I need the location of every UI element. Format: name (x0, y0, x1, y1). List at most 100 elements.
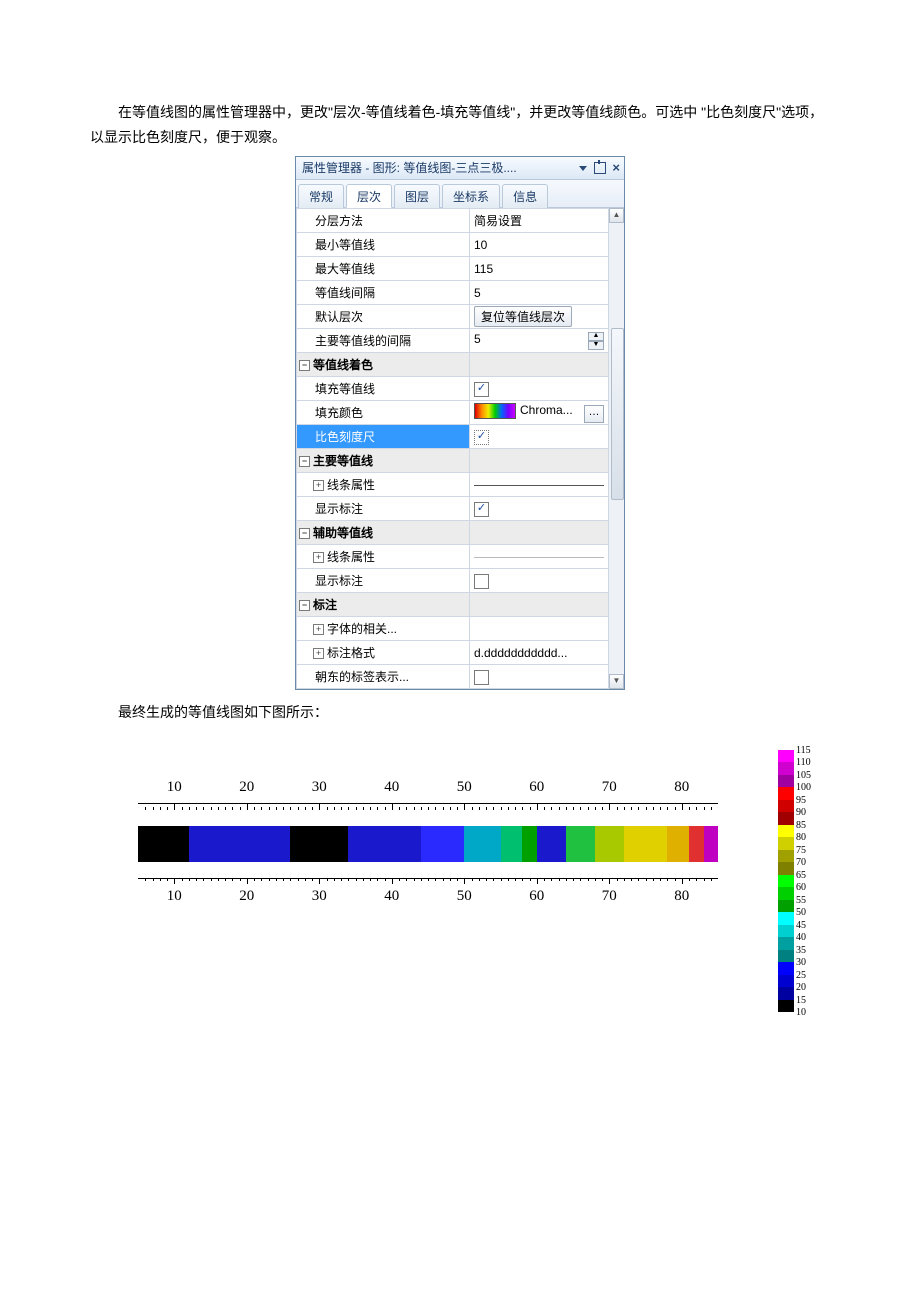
legend-tick-label: 100 (796, 782, 811, 795)
expand-icon[interactable]: + (313, 648, 324, 659)
section-major-contour-label: 主要等值线 (313, 454, 373, 468)
aux-line-sample[interactable] (470, 545, 609, 569)
legend-tick-label: 30 (796, 957, 811, 970)
legend-tick-label: 110 (796, 757, 811, 770)
legend-tick-label: 85 (796, 820, 811, 833)
max-contour-label: 最大等值线 (297, 257, 470, 281)
pin-icon[interactable] (594, 162, 606, 174)
contour-band (138, 826, 718, 862)
section-contour-color: −等值线着色 (297, 353, 609, 377)
min-contour-label: 最小等值线 (297, 233, 470, 257)
fill-contour-checkbox[interactable]: ✓ (474, 382, 489, 397)
row-contour-interval: 等值线间隔 5 (297, 281, 609, 305)
expand-icon[interactable]: + (313, 624, 324, 635)
row-major-interval: 主要等值线的间隔 5 ▲▼ (297, 329, 609, 353)
major-line-sample[interactable] (470, 473, 609, 497)
legend-tick-label: 115 (796, 745, 811, 758)
scrollbar[interactable]: ▲ ▼ (608, 208, 624, 689)
fill-color-value[interactable]: Chroma... … (470, 401, 609, 425)
tab-general[interactable]: 常规 (298, 184, 344, 208)
tab-levels[interactable]: 层次 (346, 184, 392, 208)
section-labels: −标注 (297, 593, 609, 617)
legend-tick-label: 55 (796, 895, 811, 908)
row-label-format: +标注格式 d.ddddddddddd... (297, 641, 609, 665)
axis-tick-label: 40 (384, 888, 399, 905)
section-labels-label: 标注 (313, 598, 337, 612)
row-layer-method: 分层方法 简易设置 (297, 209, 609, 233)
tab-coords[interactable]: 坐标系 (442, 184, 500, 208)
legend-tick-label: 40 (796, 932, 811, 945)
scroll-down-icon[interactable]: ▼ (609, 674, 624, 689)
scroll-up-icon[interactable]: ▲ (609, 208, 624, 223)
axis-tick-label: 30 (312, 779, 327, 796)
axis-tick-label: 50 (457, 888, 472, 905)
row-major-line-prop: +线条属性 (297, 473, 609, 497)
reset-levels-button[interactable]: 复位等值线层次 (474, 306, 572, 327)
collapse-icon[interactable]: − (299, 528, 310, 539)
legend-tick-label: 75 (796, 845, 811, 858)
min-contour-value[interactable]: 10 (470, 233, 609, 257)
axis-tick-label: 10 (167, 888, 182, 905)
axis-tick-label: 30 (312, 888, 327, 905)
close-icon[interactable]: × (612, 157, 620, 179)
axis-tick-label: 20 (239, 779, 254, 796)
major-interval-label: 主要等值线的间隔 (297, 329, 470, 353)
major-interval-text: 5 (474, 332, 481, 346)
section-contour-color-label: 等值线着色 (313, 358, 373, 372)
row-aux-line-prop: +线条属性 (297, 545, 609, 569)
label-format-value[interactable]: d.ddddddddddd... (470, 641, 609, 665)
section-aux-contour: −辅助等值线 (297, 521, 609, 545)
panel-tabs: 常规 层次 图层 坐标系 信息 (296, 180, 624, 208)
expand-icon[interactable]: + (313, 552, 324, 563)
major-show-label: 显示标注 (297, 497, 470, 521)
axis-tick-label: 20 (239, 888, 254, 905)
panel-titlebar[interactable]: 属性管理器 - 图形: 等值线图-三点三极.... × (296, 157, 624, 180)
tab-layer[interactable]: 图层 (394, 184, 440, 208)
color-scale-checkbox[interactable]: ✓ (474, 430, 489, 445)
expand-icon[interactable]: + (313, 480, 324, 491)
fill-contour-label: 填充等值线 (297, 377, 470, 401)
label-format-label[interactable]: +标注格式 (297, 641, 470, 665)
row-min-contour: 最小等值线 10 (297, 233, 609, 257)
font-props-label[interactable]: +字体的相关... (297, 617, 470, 641)
default-levels-label: 默认层次 (297, 305, 470, 329)
collapse-icon[interactable]: − (299, 600, 310, 611)
row-east-label: 朝东的标签表示... (297, 665, 609, 689)
intro-paragraph: 在等值线图的属性管理器中，更改"层次-等值线着色-填充等值线"，并更改等值线颜色… (90, 100, 830, 150)
max-contour-value[interactable]: 115 (470, 257, 609, 281)
layer-method-label: 分层方法 (297, 209, 470, 233)
legend-tick-label: 80 (796, 832, 811, 845)
dropdown-icon[interactable] (579, 166, 587, 171)
fill-color-text: Chroma... (520, 403, 573, 417)
legend-tick-label: 25 (796, 970, 811, 983)
result-caption: 最终生成的等值线图如下图所示： (90, 700, 830, 725)
east-label-checkbox[interactable] (474, 670, 489, 685)
aux-line-prop-label[interactable]: +线条属性 (297, 545, 470, 569)
collapse-icon[interactable]: − (299, 360, 310, 371)
axis-tick-label: 60 (529, 888, 544, 905)
spinner-icon[interactable]: ▲▼ (588, 332, 604, 350)
east-label: 朝东的标签表示... (297, 665, 470, 689)
legend-tick-label: 105 (796, 770, 811, 783)
tab-info[interactable]: 信息 (502, 184, 548, 208)
major-interval-value[interactable]: 5 ▲▼ (470, 329, 609, 353)
axis-tick-label: 70 (602, 779, 617, 796)
legend-tick-label: 50 (796, 907, 811, 920)
aux-show-label-checkbox[interactable] (474, 574, 489, 589)
gradient-swatch-icon (474, 403, 516, 419)
color-scale-label: 比色刻度尺 (297, 425, 470, 449)
row-color-scale: 比色刻度尺 ✓ (297, 425, 609, 449)
major-show-label-checkbox[interactable]: ✓ (474, 502, 489, 517)
collapse-icon[interactable]: − (299, 456, 310, 467)
layer-method-value[interactable]: 简易设置 (470, 209, 609, 233)
row-default-levels: 默认层次 复位等值线层次 (297, 305, 609, 329)
legend-tick-label: 70 (796, 857, 811, 870)
contour-interval-value[interactable]: 5 (470, 281, 609, 305)
scroll-thumb[interactable] (611, 328, 624, 500)
property-manager-panel: 属性管理器 - 图形: 等值线图-三点三极.... × 常规 层次 图层 坐标系… (295, 156, 625, 690)
default-levels-value: 复位等值线层次 (470, 305, 609, 329)
fill-color-label: 填充颜色 (297, 401, 470, 425)
more-button[interactable]: … (584, 405, 604, 423)
panel-title-text: 属性管理器 - 图形: 等值线图-三点三极.... (302, 157, 575, 179)
major-line-prop-label[interactable]: +线条属性 (297, 473, 470, 497)
